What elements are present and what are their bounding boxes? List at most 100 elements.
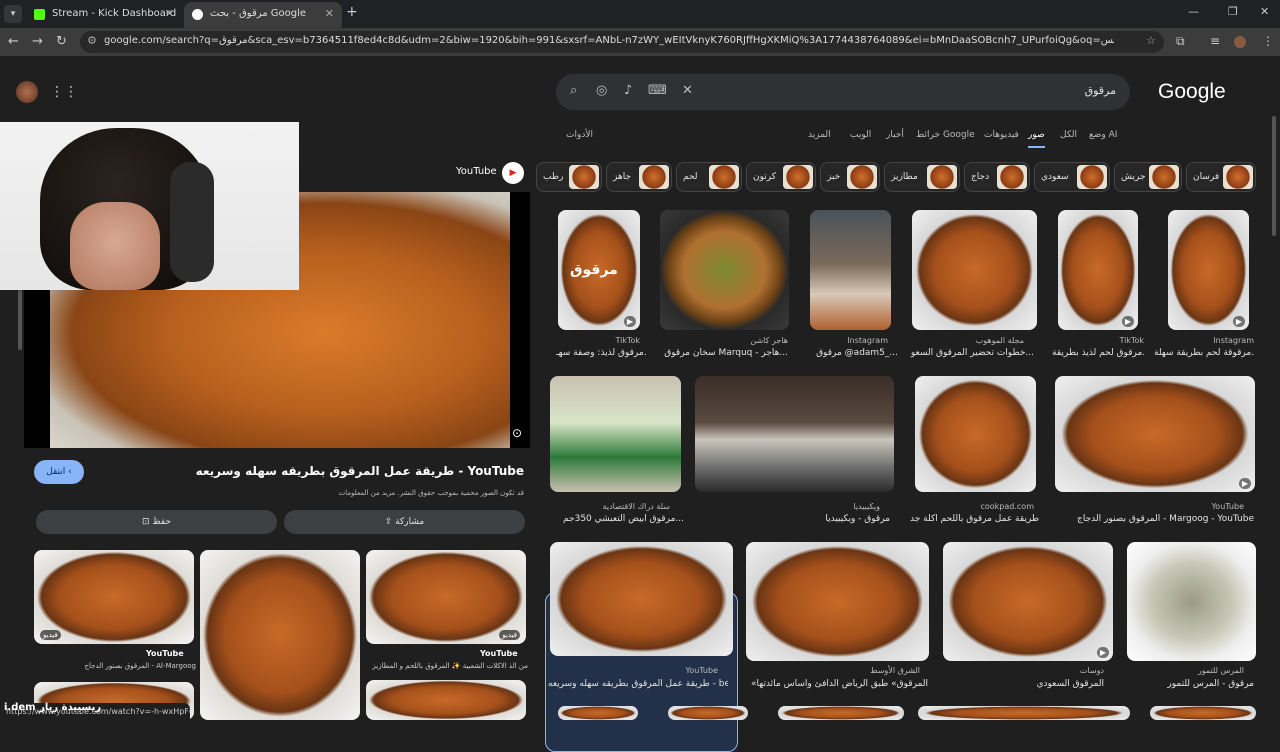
result-image[interactable] (778, 706, 904, 720)
keyboard-icon[interactable]: ⌨ (648, 83, 667, 98)
result-title[interactable]: مرقوق لذيذ: وصفة سهـ... (556, 348, 646, 358)
chip[interactable]: لحم (676, 162, 742, 192)
result-image[interactable] (810, 210, 891, 330)
result-image[interactable] (1127, 542, 1256, 661)
result-title[interactable]: المرقوق السعودي (974, 679, 1104, 689)
close-icon[interactable]: ✕ (325, 2, 334, 26)
result-title[interactable]: مرقوق - ويكيبيديا (760, 514, 890, 524)
filter-maps[interactable]: خرائط Google (916, 130, 975, 140)
filter-more[interactable]: المزيد (808, 130, 831, 140)
streamer-face (70, 202, 160, 290)
tab-search-button[interactable]: ▾ (4, 5, 22, 23)
profile-avatar[interactable] (1234, 36, 1246, 48)
bookmark-star-icon[interactable]: ☆ (1146, 34, 1156, 47)
tab-google[interactable]: مرقوق - بحث Google ✕ (184, 2, 342, 28)
result-title[interactable]: مرقوق ابيض التعبشي 350جم... (544, 514, 684, 524)
related-image[interactable] (200, 550, 360, 720)
related-image[interactable]: فيديو (366, 550, 526, 644)
tab-kick[interactable]: Stream - Kick Dashboard ✕ (26, 2, 182, 28)
chip[interactable]: رطب (536, 162, 602, 192)
result-title[interactable]: مرقوق @adam5_... (806, 348, 898, 358)
result-image[interactable] (550, 542, 733, 656)
chip[interactable]: سعودي (1034, 162, 1110, 192)
result-image[interactable] (668, 706, 748, 720)
related-title[interactable]: من الذ الاكلات الشعبية ✨ المرقوق باللحم … (366, 662, 528, 670)
clear-icon[interactable]: ✕ (682, 83, 693, 98)
result-source: مجلة الموهوب (975, 336, 1024, 345)
search-bar[interactable]: ⌕ ◎ ♪ ⌨ ✕ مرقوق (556, 74, 1130, 110)
result-image[interactable] (558, 706, 638, 720)
google-logo[interactable]: Google (1158, 80, 1226, 104)
panel-title[interactable]: طريقة عمل المرقوق بطريقه سهله وسريعه - Y… (196, 464, 524, 478)
result-title[interactable]: سخان مرقوق Marquq - هاجر... (658, 348, 788, 358)
close-window-icon[interactable]: ✕ (1260, 5, 1269, 18)
result-title[interactable]: مرقوقة لحم بطريقة سهلة... (1154, 348, 1254, 358)
result-image[interactable]: مرقوق (558, 210, 640, 330)
result-image[interactable] (660, 210, 789, 330)
related-title[interactable]: المرقوق بصنور الدجاج - Al-Margoog (34, 662, 196, 670)
result-image[interactable] (550, 376, 681, 492)
result-image[interactable] (1055, 376, 1255, 492)
filter-news[interactable]: أخبار (886, 130, 904, 140)
chip[interactable]: خبز (820, 162, 880, 192)
minimize-icon[interactable]: — (1188, 5, 1199, 18)
filter-images[interactable]: صور (1028, 130, 1045, 148)
filter-ai-mode[interactable]: وضع AI (1089, 130, 1117, 140)
search-input[interactable]: مرقوق (1085, 84, 1116, 97)
address-bar[interactable]: ⚙ google.com/search?q=مرقوق&sca_esv=b736… (80, 31, 1164, 53)
chip[interactable]: كرتون (746, 162, 816, 192)
share-button[interactable]: ⇪ مشاركة (284, 510, 525, 534)
site-info-icon[interactable]: ⚙ (87, 34, 97, 47)
result-image[interactable] (1150, 706, 1256, 720)
lens-icon[interactable]: ⊙ (512, 426, 522, 440)
filter-videos[interactable]: فيديوهات (984, 130, 1019, 140)
back-icon[interactable]: ← (8, 34, 19, 49)
extensions-icon[interactable]: ⧉ (1176, 34, 1185, 49)
media-control-icon[interactable]: ≡ (1210, 34, 1220, 48)
result-image[interactable] (918, 706, 1130, 720)
panel-scrollbar[interactable] (18, 290, 22, 350)
menu-icon[interactable]: ⋮ (1262, 34, 1274, 48)
result-title[interactable]: خطوات تحضير المرقوق السعو... (906, 348, 1034, 358)
forward-icon[interactable]: → (32, 34, 43, 49)
result-image[interactable] (915, 376, 1036, 492)
result-image[interactable] (695, 376, 894, 492)
tools-button[interactable]: الأدوات (566, 130, 593, 140)
result-title[interactable]: «المرقوق» طبق الرياض الدافئ وأساس مائدته… (728, 679, 928, 689)
visit-button[interactable]: انتقل ‹ (34, 460, 84, 484)
page-scrollbar[interactable] (1272, 116, 1276, 236)
chip[interactable]: فرسان (1186, 162, 1256, 192)
close-icon[interactable]: ✕ (165, 2, 174, 26)
chip[interactable]: جاهز (606, 162, 672, 192)
lens-icon[interactable]: ◎ (596, 83, 607, 98)
result-image[interactable] (912, 210, 1037, 330)
chip[interactable]: دجاج (964, 162, 1030, 192)
related-image[interactable]: فيديو (34, 550, 194, 644)
search-icon[interactable]: ⌕ (570, 83, 577, 98)
save-button[interactable]: ⊡ حفظ (36, 510, 277, 534)
reload-icon[interactable]: ↻ (56, 34, 67, 49)
related-image[interactable] (366, 680, 526, 720)
filter-all[interactable]: الكل (1060, 130, 1077, 140)
result-image[interactable] (1168, 210, 1249, 330)
result-title[interactable]: طريقة عمل المرقوق بطريقه سهله وسريعه - b… (548, 679, 728, 689)
chip[interactable]: مطازيز (884, 162, 960, 192)
chip[interactable]: جريش (1114, 162, 1182, 192)
apps-grid-icon[interactable]: ⋮⋮ (50, 84, 78, 100)
mic-icon[interactable]: ♪ (624, 83, 632, 98)
result-image[interactable] (943, 542, 1113, 661)
result-title[interactable]: مرقوق - المرس للتمور (1124, 679, 1254, 689)
filter-web[interactable]: الويب (850, 130, 871, 140)
result-title[interactable]: المرقوق بصنور الدجاج - Margoog - YouTube (1054, 514, 1254, 524)
result-image[interactable] (1058, 210, 1138, 330)
result-title[interactable]: طريقة عمل مرقوق باللحم اكلة جد... (910, 514, 1040, 524)
video-badge: فيديو (40, 630, 61, 640)
restore-icon[interactable]: ❐ (1228, 5, 1238, 18)
account-avatar[interactable] (16, 81, 38, 103)
result-image[interactable] (746, 542, 929, 661)
chip-thumbnail (847, 165, 877, 189)
url-text[interactable]: google.com/search?q=مرقوق&sca_esv=b73645… (104, 35, 1114, 46)
result-title[interactable]: مرقوق لحم لذيذ بطريقة... (1052, 348, 1144, 358)
new-tab-button[interactable]: + (346, 4, 358, 20)
panel-source[interactable]: YouTube (456, 166, 497, 177)
